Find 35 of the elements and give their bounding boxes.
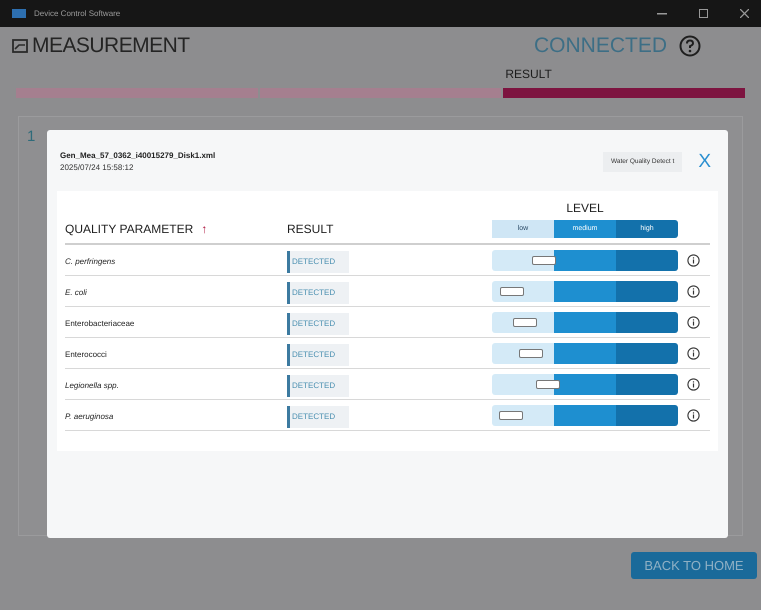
help-icon[interactable] bbox=[679, 35, 701, 57]
panel-number: 1 bbox=[27, 128, 36, 145]
timestamp: 2025/07/24 15:58:12 bbox=[60, 162, 134, 174]
column-header: LEVEL bbox=[566, 200, 604, 216]
parameter-name: C. perfringens bbox=[65, 257, 116, 266]
info-icon[interactable] bbox=[687, 378, 700, 390]
window-title: Device Control Software bbox=[34, 8, 122, 20]
minimize-icon[interactable] bbox=[657, 12, 667, 14]
info-icon[interactable] bbox=[687, 254, 700, 266]
result-badge: DETECTED bbox=[287, 250, 349, 272]
info-icon[interactable] bbox=[687, 408, 700, 422]
info-icon[interactable] bbox=[687, 316, 700, 328]
result-badge: DETECTED bbox=[287, 374, 349, 396]
page-title: MEASUREMENT bbox=[32, 33, 191, 60]
sort-indicator[interactable]: ↑ bbox=[201, 220, 208, 238]
result-badge: DETECTED bbox=[287, 406, 349, 428]
measurement-icon bbox=[12, 38, 28, 54]
parameter-name: Enterococci bbox=[65, 350, 107, 359]
info-icon[interactable] bbox=[687, 346, 700, 360]
parameter-name: P. aeruginosa bbox=[65, 412, 114, 421]
result-badge: DETECTED bbox=[287, 312, 349, 334]
info-icon[interactable] bbox=[687, 284, 700, 298]
parameter-name: Enterobacteriaceae bbox=[65, 319, 134, 328]
column-header[interactable]: QUALITY PARAMETER bbox=[65, 220, 194, 238]
step-label: RESULT bbox=[505, 66, 553, 83]
parameter-name: Legionella spp. bbox=[65, 381, 119, 390]
column-header: RESULT bbox=[287, 221, 334, 238]
app-icon bbox=[12, 9, 26, 18]
result-badge: DETECTED bbox=[287, 344, 349, 366]
result-badge: DETECTED bbox=[287, 282, 349, 304]
maximize-icon[interactable] bbox=[699, 9, 708, 18]
parameter-name: E. coli bbox=[65, 288, 87, 297]
file-name: Gen_Mea_57_0362_i40015279_Disk1.xml bbox=[60, 150, 216, 162]
close-icon[interactable] bbox=[740, 9, 749, 18]
connection-status: CONNECTED bbox=[534, 33, 667, 60]
